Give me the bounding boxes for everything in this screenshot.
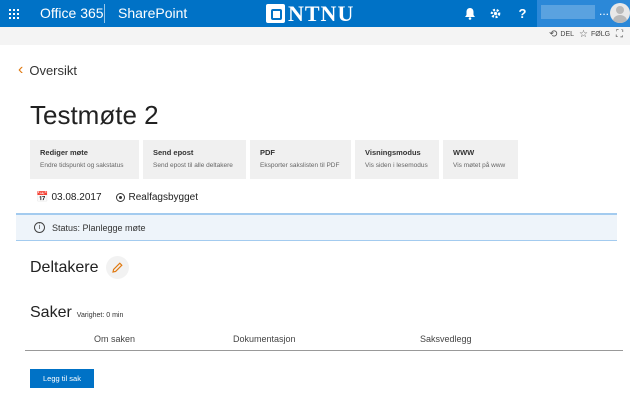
tile-desc: Vis møtet på www: [453, 162, 506, 169]
tile-title: Send epost: [153, 148, 194, 157]
www-tile[interactable]: WWW Vis møtet på www: [443, 140, 518, 179]
avatar[interactable]: [610, 3, 630, 23]
column-header: Saksvedlegg: [420, 334, 472, 344]
items-heading: Saker: [30, 304, 72, 321]
column-header: Om saken: [94, 334, 136, 344]
page-title: Testmøte 2: [30, 100, 159, 130]
chevron-left-icon: ‹: [18, 61, 24, 78]
gear-icon[interactable]: [482, 0, 509, 27]
items-table-header: Om saken Dokumentasjon Saksvedlegg: [25, 331, 623, 351]
bell-icon[interactable]: [456, 0, 483, 27]
items-duration: Varighet: 0 min: [76, 312, 124, 319]
tile-title: PDF: [260, 148, 275, 157]
participants-heading: Deltakere: [30, 259, 99, 276]
meeting-date: 03.08.2017: [51, 192, 102, 203]
ntnu-logo-mark: [266, 4, 285, 23]
pencil-icon: [112, 262, 123, 273]
star-icon: ☆: [579, 29, 588, 40]
calendar-icon: 📅: [36, 192, 49, 203]
follow-label: FØLG: [590, 31, 611, 38]
office365-link[interactable]: Office 365: [40, 5, 104, 21]
command-bar: ⟲ DEL ☆ FØLG ⛶: [0, 27, 630, 45]
suite-bar: Office 365 SharePoint NTNU ? ...: [0, 0, 630, 27]
tile-title: Rediger møte: [40, 148, 88, 157]
edit-participants-button[interactable]: [106, 256, 129, 279]
info-icon: i: [34, 222, 45, 233]
tile-desc: Send epost til alle deltakere: [153, 162, 233, 169]
user-name-redacted: [541, 5, 595, 19]
add-item-button[interactable]: Legg til sak: [30, 369, 94, 388]
tile-desc: Endre tidspunkt og sakstatus: [40, 162, 124, 169]
tile-desc: Vis siden i lesemodus: [365, 162, 428, 169]
share-button[interactable]: ⟲ DEL: [549, 29, 574, 40]
share-label: DEL: [560, 31, 575, 38]
app-launcher-icon[interactable]: [0, 0, 28, 27]
tile-desc: Eksporter sakslisten til PDF: [260, 162, 340, 169]
action-tiles: Rediger møte Endre tidspunkt og sakstatu…: [30, 140, 518, 179]
help-button[interactable]: ?: [509, 0, 536, 27]
meeting-location: Realfagsbygget: [128, 192, 199, 203]
send-email-tile[interactable]: Send epost Send epost til alle deltakere: [143, 140, 246, 179]
back-link[interactable]: ‹ Oversikt: [18, 62, 77, 78]
location-icon: [115, 193, 125, 202]
suite-divider: [104, 4, 105, 23]
ntnu-logo[interactable]: NTNU: [266, 2, 354, 25]
tile-title: WWW: [453, 148, 475, 157]
meeting-meta: 📅 03.08.2017 Realfagsbygget: [36, 192, 198, 203]
view-mode-tile[interactable]: Visningsmodus Vis siden i lesemodus: [355, 140, 439, 179]
user-ellipsis: ...: [599, 4, 610, 18]
column-header: Dokumentasjon: [233, 334, 296, 344]
focus-mode-icon[interactable]: ⛶: [616, 29, 623, 40]
status-banner: i Status: Planlegge møte: [16, 213, 617, 241]
edit-meeting-tile[interactable]: Rediger møte Endre tidspunkt og sakstatu…: [30, 140, 139, 179]
ntnu-logo-text: NTNU: [288, 1, 355, 26]
pdf-tile[interactable]: PDF Eksporter sakslisten til PDF: [250, 140, 351, 179]
share-icon: ⟲: [549, 29, 558, 40]
sharepoint-link[interactable]: SharePoint: [118, 5, 187, 21]
items-heading-row: Saker Varighet: 0 min: [30, 304, 123, 322]
back-label: Oversikt: [29, 62, 77, 78]
tile-title: Visningsmodus: [365, 148, 421, 157]
status-text: Status: Planlegge møte: [52, 222, 146, 233]
follow-button[interactable]: ☆ FØLG: [579, 29, 610, 40]
